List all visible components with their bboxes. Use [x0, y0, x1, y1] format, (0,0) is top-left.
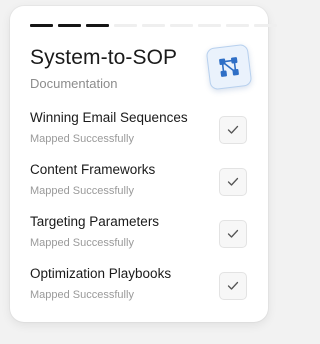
- item-status: Mapped Successfully: [30, 133, 134, 145]
- progress-segment: [30, 24, 53, 27]
- list-item: Targeting Parameters Mapped Successfully: [30, 210, 250, 262]
- sop-card: System-to-SOP Documentation Winning Emai…: [10, 6, 277, 322]
- item-title: Optimization Playbooks: [30, 266, 172, 281]
- progress-segment: [226, 24, 249, 27]
- card-title: System-to-SOP: [30, 46, 178, 69]
- item-title: Targeting Parameters: [30, 214, 160, 229]
- card-subtitle: Documentation: [30, 76, 118, 91]
- item-title: Winning Email Sequences: [30, 110, 188, 125]
- item-status: Mapped Successfully: [30, 185, 134, 197]
- progress-segment: [58, 24, 81, 27]
- mapped-items-list: Winning Email Sequences Mapped Successfu…: [30, 106, 250, 314]
- progress-segment: [170, 24, 193, 27]
- item-status: Mapped Successfully: [30, 289, 134, 301]
- list-item: Winning Email Sequences Mapped Successfu…: [30, 106, 250, 158]
- check-icon[interactable]: [219, 168, 247, 196]
- check-icon[interactable]: [219, 220, 247, 248]
- progress-segment: [142, 24, 165, 27]
- progress-segment: [114, 24, 137, 27]
- workflow-icon: [205, 43, 253, 91]
- progress-segment: [86, 24, 109, 27]
- item-status: Mapped Successfully: [30, 237, 134, 249]
- progress-steps: [30, 24, 277, 27]
- list-item: Content Frameworks Mapped Successfully: [30, 158, 250, 210]
- check-icon[interactable]: [219, 116, 247, 144]
- item-title: Content Frameworks: [30, 162, 156, 177]
- list-item: Optimization Playbooks Mapped Successful…: [30, 262, 250, 314]
- progress-segment: [198, 24, 221, 27]
- progress-segment: [254, 24, 277, 27]
- check-icon[interactable]: [219, 272, 247, 300]
